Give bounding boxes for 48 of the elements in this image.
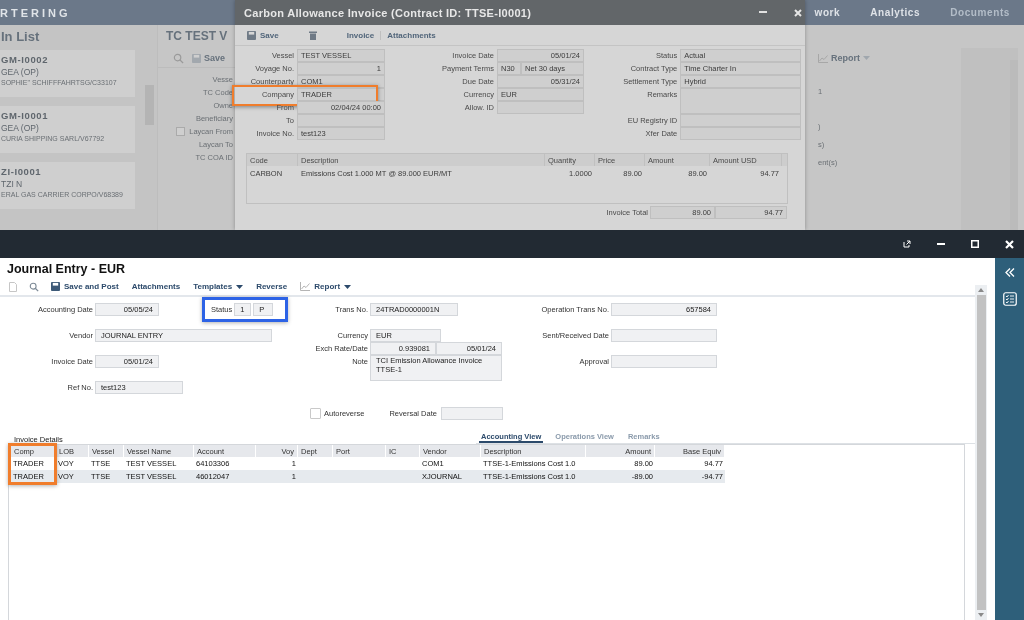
floppy-icon — [247, 30, 256, 40]
highlight-box — [8, 443, 57, 485]
dialog-title: Carbon Allowance Invoice (Contract ID: TTSE-I0001) — [244, 6, 533, 19]
toolbar-button[interactable]: Attachments — [380, 30, 436, 40]
input-field[interactable] — [611, 355, 717, 368]
toolbar-button[interactable]: Invoice — [346, 30, 375, 40]
card-code: GM-I0001 — [1, 110, 50, 121]
floppy-icon — [192, 53, 201, 63]
detail-title: TC TEST V — [165, 28, 229, 45]
caret-icon — [863, 56, 870, 60]
input-field[interactable] — [440, 407, 503, 420]
minimize-icon[interactable] — [759, 11, 767, 14]
caret-icon — [344, 284, 352, 289]
app-brand: RTERING — [0, 6, 71, 19]
card-code: GM-I0002 — [1, 54, 50, 65]
nav-link[interactable]: Analytics — [870, 7, 921, 18]
search-icon[interactable] — [173, 52, 184, 64]
toolbar-button[interactable]: Reverse — [256, 282, 288, 291]
checklist-icon[interactable] — [1002, 292, 1017, 306]
scrollbar[interactable] — [975, 285, 987, 620]
scrollbar[interactable] — [1010, 60, 1018, 230]
list-title: In List — [0, 28, 41, 46]
caret-icon — [236, 284, 244, 289]
chart-icon — [818, 53, 828, 63]
card-name: TZI N — [1, 179, 24, 189]
trash-icon[interactable] — [308, 30, 317, 40]
toolbar-button[interactable]: Attachments — [131, 282, 181, 291]
templates-menu-button[interactable]: Templates — [193, 282, 244, 291]
scroll-up-icon[interactable] — [978, 288, 984, 292]
save-button[interactable]: Save — [247, 30, 279, 40]
card-code: ZI-I0001 — [1, 166, 43, 177]
double-chevron-icon[interactable] — [1004, 268, 1015, 277]
popout-icon[interactable] — [903, 240, 911, 248]
card-name: GEA (OP) — [1, 67, 40, 77]
chart-icon — [300, 282, 311, 291]
card-name: GEA (OP) — [1, 123, 40, 133]
save-and-post-button[interactable]: Save and Post — [51, 282, 119, 291]
document-icon[interactable] — [9, 281, 17, 292]
page-title: Journal Entry - EUR — [6, 261, 127, 278]
checkbox[interactable] — [310, 408, 321, 419]
nav-link[interactable]: work — [814, 7, 841, 18]
checkbox[interactable] — [176, 127, 186, 136]
floppy-icon — [51, 282, 60, 291]
search-icon[interactable] — [29, 281, 39, 292]
scroll-down-icon[interactable] — [978, 613, 984, 617]
report-menu-button[interactable]: Report — [300, 282, 352, 291]
input-field[interactable] — [611, 329, 717, 342]
maximize-icon[interactable] — [971, 240, 979, 248]
